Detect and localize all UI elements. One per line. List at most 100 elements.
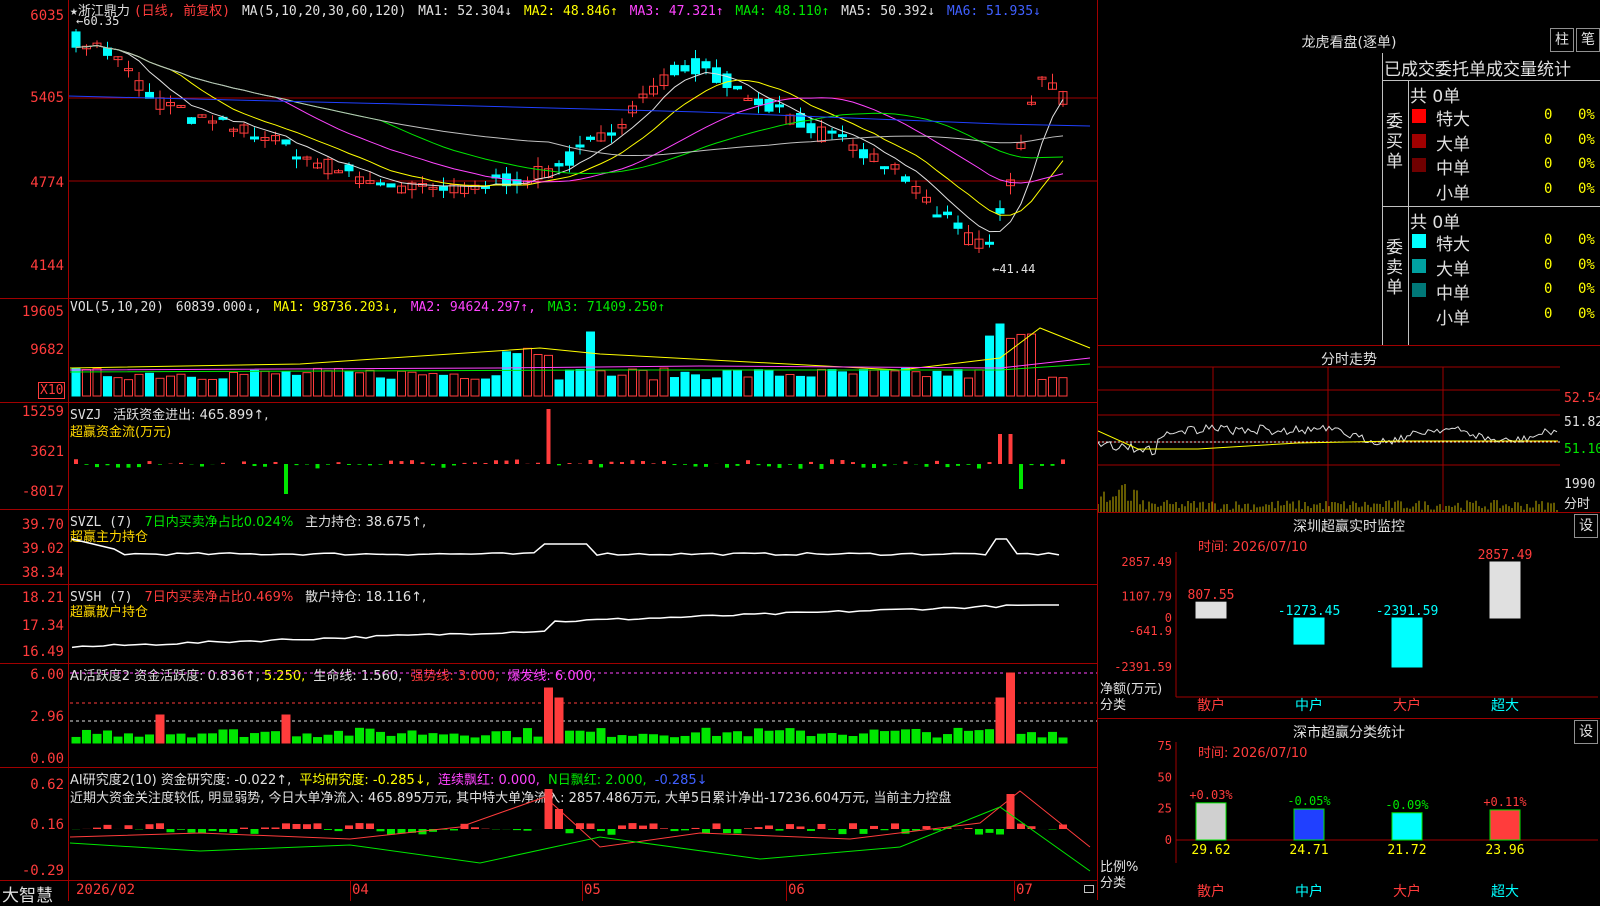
ai-research-panel[interactable]: AI研究度2(10) 资金研究度: -0.022↑, 平均研究度: -0.285… <box>0 767 1098 881</box>
volume-bar <box>461 379 469 396</box>
order-count: 0 <box>1544 232 1552 248</box>
sz-class-panel[interactable]: 深市超赢分类统计 设 时间: 2026/07/10 比例% 分类 7550250… <box>1098 718 1600 900</box>
volume-bar <box>618 375 626 396</box>
research-bar <box>797 826 805 829</box>
volume-bar <box>104 377 112 396</box>
tick-view-button[interactable]: 笔 <box>1576 28 1600 52</box>
activity-bar <box>891 731 899 743</box>
volume-bar <box>324 371 332 396</box>
volume-bar <box>534 354 542 396</box>
research-bar <box>566 829 574 833</box>
bar-view-button[interactable]: 柱 <box>1550 28 1574 52</box>
research-bar <box>839 829 847 834</box>
flow-bar <box>841 460 845 464</box>
y-tick: -2391.59 <box>1114 660 1172 674</box>
candle <box>608 133 616 135</box>
candle <box>188 118 196 124</box>
sz-class-chart[interactable]: 7550250+0.03%29.62散户-0.05%24.71中户-0.09%2… <box>1098 718 1600 900</box>
volume-bar <box>272 374 280 396</box>
bar-value: 21.72 <box>1387 843 1426 858</box>
volume-bar <box>807 377 815 396</box>
activity-bar <box>912 729 920 743</box>
volume-bar <box>303 373 311 396</box>
volume-bar <box>692 375 700 396</box>
flow-bar <box>368 464 372 465</box>
activity-bar <box>818 734 826 743</box>
ai2-chart[interactable] <box>0 767 1098 880</box>
x-tick: 07 <box>1016 882 1033 898</box>
research-bar <box>965 828 973 829</box>
lock-icon[interactable] <box>1084 885 1094 893</box>
volume-panel[interactable]: VOL(5,10,20) 60839.000↓, MA1: 98736.203↓… <box>0 298 1098 403</box>
research-line <box>70 807 1090 871</box>
flow-bar <box>652 463 656 464</box>
svzj-chart[interactable] <box>0 402 1098 509</box>
flow-bar <box>536 463 540 464</box>
research-bar <box>776 829 784 831</box>
sz-monitor-chart[interactable]: 2857.491107.790-641.9-2391.59807.55散户-12… <box>1098 512 1600 718</box>
activity-bar <box>534 737 542 743</box>
ai-activity-panel[interactable]: AI活跃度2 资金活跃度: 0.836↑,5.250, 生命线: 1.560, … <box>0 663 1098 768</box>
svsh-panel[interactable]: SVSH (7) 7日内买卖净占比0.469% 散户持仓: 18.116↑, 超… <box>0 584 1098 664</box>
research-bar <box>860 829 868 834</box>
activity-bar <box>482 736 490 743</box>
bar-category: 散户 <box>1197 883 1225 900</box>
volume-bar <box>209 379 217 396</box>
volume-bar <box>513 354 521 396</box>
activity-bar <box>324 735 332 743</box>
activity-bar <box>849 737 857 743</box>
candle <box>755 99 763 104</box>
svsh-line[interactable] <box>0 584 1098 663</box>
flow-bar <box>851 462 855 464</box>
order-size-swatch <box>1412 134 1426 148</box>
research-line <box>70 791 1090 847</box>
flow-bar <box>1490 562 1520 618</box>
activity-bar <box>744 737 752 743</box>
research-bar <box>996 829 1004 834</box>
research-bar <box>177 829 185 830</box>
lhb-title: 龙虎看盘(逐单) <box>1098 32 1600 52</box>
activity-bar <box>608 737 616 743</box>
activity-bar <box>1038 738 1046 743</box>
volume-bar <box>744 377 752 396</box>
research-bar <box>261 827 269 829</box>
flow-bar <box>389 461 393 464</box>
vol-ma-line <box>70 328 1090 370</box>
order-percent: 0% <box>1578 257 1595 273</box>
svzl-panel[interactable]: SVZL (7) 7日内买卖净占比0.024% 主力持仓: 38.675↑, 超… <box>0 509 1098 585</box>
x-tick: 2026/02 <box>76 882 135 898</box>
flow-bar <box>179 463 183 464</box>
flow-bar <box>610 462 614 464</box>
activity-bar <box>776 731 784 743</box>
class-bar <box>1490 810 1520 840</box>
volume-bar <box>545 355 553 396</box>
order-count: 0 <box>1544 132 1552 148</box>
flow-bar <box>1051 464 1055 466</box>
fenshi-panel[interactable]: 分时走势 52.54 51.82 51.10 1990 分时 <box>1098 345 1600 513</box>
research-bar <box>923 826 931 829</box>
candlestick-chart[interactable] <box>0 0 1098 298</box>
volume-bar <box>671 378 679 396</box>
flow-bar <box>662 461 666 464</box>
activity-bar <box>839 735 847 743</box>
volume-bar <box>734 371 742 396</box>
intraday-chart[interactable] <box>1098 345 1600 512</box>
order-size-label: 中单 <box>1436 279 1470 304</box>
candle <box>860 150 868 158</box>
flow-bar <box>967 464 971 465</box>
price-panel[interactable]: ★浙江鼎力(日线, 前复权) MA(5,10,20,30,60,120) MA1… <box>0 0 1098 299</box>
activity-bar <box>650 735 658 743</box>
flow-bar <box>484 463 488 464</box>
order-percent: 0% <box>1578 156 1595 172</box>
flow-bar <box>421 462 425 464</box>
svzj-panel[interactable]: SVZJ 活跃资金进出: 465.899↑, 超赢资金流(万元) 15259 3… <box>0 402 1098 510</box>
ai1-chart[interactable] <box>0 663 1098 767</box>
activity-bar <box>902 730 910 743</box>
volume-bars[interactable] <box>0 298 1098 402</box>
svzl-line[interactable] <box>0 509 1098 584</box>
sz-monitor-panel[interactable]: 深圳超赢实时监控 设 时间: 2026/07/10 净额(万元) 分类 2857… <box>1098 512 1600 719</box>
app-name[interactable]: 大智慧 <box>2 881 53 906</box>
research-bar <box>723 829 731 833</box>
activity-bar <box>807 737 815 743</box>
volume-bar <box>72 369 80 396</box>
